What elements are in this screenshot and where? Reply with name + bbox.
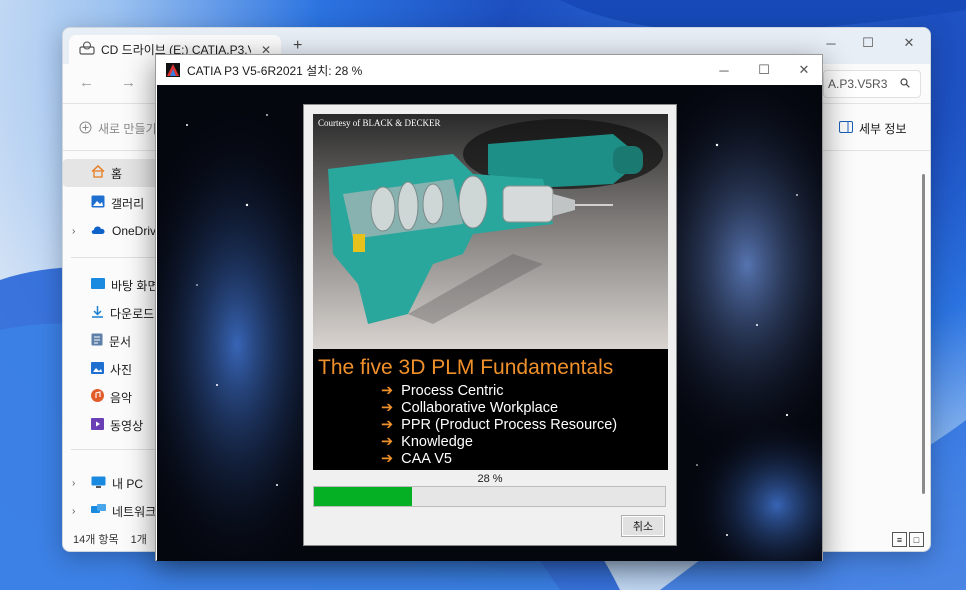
sidebar-item-pictures[interactable]: 사진 bbox=[63, 355, 163, 383]
sidebar-item-downloads[interactable]: 다운로드 bbox=[63, 299, 163, 327]
sidebar-item-this-pc[interactable]: › 내 PC bbox=[63, 469, 163, 497]
list-item: ➔ Collaborative Workplace bbox=[381, 400, 617, 417]
plus-circle-icon bbox=[79, 121, 92, 137]
item-count: 14개 항목 bbox=[73, 534, 119, 546]
list-item: ➔ CAA V5 bbox=[381, 451, 617, 468]
arrow-right-icon: ➔ bbox=[381, 400, 394, 416]
sidebar-label-documents: 문서 bbox=[109, 334, 132, 349]
sidebar-label-downloads: 다운로드 bbox=[110, 306, 155, 321]
chevron-right-icon[interactable]: › bbox=[72, 506, 75, 517]
details-pane-icon bbox=[839, 121, 853, 136]
sidebar-label-music: 음악 bbox=[110, 390, 133, 405]
sidebar-item-onedrive[interactable]: › OneDrive bbox=[63, 217, 163, 245]
navigation-pane: 홈 갤러리 › OneDrive 바탕 화면 다운로드 문서 사진 음악 동영상… bbox=[63, 151, 163, 531]
list-item-text: CAA V5 bbox=[401, 451, 452, 467]
cd-drive-icon bbox=[79, 41, 95, 58]
sidebar-label-videos: 동영상 bbox=[110, 418, 144, 433]
gallery-icon bbox=[91, 195, 105, 211]
search-text: A.P3.V5R3 bbox=[828, 77, 888, 91]
network-icon bbox=[91, 503, 106, 519]
details-label: 세부 정보 bbox=[859, 122, 907, 136]
home-icon bbox=[91, 164, 105, 181]
progress-fill bbox=[314, 487, 413, 506]
image-credit: Courtesy of BLACK & DECKER bbox=[318, 118, 441, 128]
details-button[interactable]: 세부 정보 bbox=[839, 120, 907, 137]
explorer-close-button[interactable]: ✕ bbox=[886, 28, 930, 58]
sidebar-label-this-pc: 내 PC bbox=[112, 476, 144, 491]
sidebar-label-pictures: 사진 bbox=[110, 362, 133, 377]
arrow-right-icon: ➔ bbox=[381, 451, 394, 467]
sidebar-item-videos[interactable]: 동영상 bbox=[63, 411, 163, 439]
download-icon bbox=[91, 305, 104, 321]
list-item-text: PPR (Product Process Resource) bbox=[401, 417, 618, 433]
forward-button[interactable]: → bbox=[121, 74, 136, 91]
back-button[interactable]: ← bbox=[79, 74, 94, 91]
search-box[interactable]: A.P3.V5R3 bbox=[823, 70, 921, 98]
cancel-button[interactable]: 취소 bbox=[621, 515, 665, 537]
sidebar-item-documents[interactable]: 문서 bbox=[63, 327, 163, 355]
fundamentals-heading: The five 3D PLM Fundamentals bbox=[318, 356, 614, 379]
installer-background: Courtesy of BLACK & DECKER The five 3D P… bbox=[157, 85, 822, 561]
sidebar-item-network[interactable]: › 네트워크 bbox=[63, 497, 163, 525]
arrow-right-icon: ➔ bbox=[381, 417, 394, 433]
installer-window: CATIA P3 V5-6R2021 설치: 28 % ─ ☐ ✕ Courte… bbox=[155, 54, 823, 561]
sidebar-label-desktop: 바탕 화면 bbox=[111, 278, 159, 293]
catia-logo-icon bbox=[166, 63, 180, 77]
list-item: ➔ Process Centric bbox=[381, 383, 617, 400]
install-slideshow-panel: Courtesy of BLACK & DECKER The five 3D P… bbox=[303, 104, 677, 546]
install-progress-bar bbox=[313, 486, 666, 507]
chevron-right-icon[interactable]: › bbox=[72, 478, 75, 489]
explorer-maximize-button[interactable]: ☐ bbox=[845, 28, 891, 58]
list-item: ➔ Knowledge bbox=[381, 434, 617, 451]
sidebar-divider bbox=[71, 257, 157, 258]
list-item: ➔ PPR (Product Process Resource) bbox=[381, 417, 617, 434]
computer-icon bbox=[91, 476, 106, 491]
new-button[interactable]: 새로 만들기 bbox=[79, 120, 157, 137]
document-icon bbox=[91, 333, 103, 349]
video-icon bbox=[91, 417, 104, 433]
pictures-icon bbox=[91, 361, 104, 377]
sidebar-divider bbox=[71, 449, 157, 450]
fundamentals-panel: The five 3D PLM Fundamentals ➔ Process Ce… bbox=[313, 349, 668, 470]
vertical-scrollbar[interactable] bbox=[922, 174, 925, 494]
sidebar-label-network: 네트워크 bbox=[112, 504, 157, 519]
list-item-text: Process Centric bbox=[401, 383, 504, 399]
sidebar-item-music[interactable]: 음악 bbox=[63, 383, 163, 411]
sidebar-item-home[interactable]: 홈 bbox=[63, 159, 159, 187]
view-toggle: ≡ □ bbox=[892, 532, 924, 547]
installer-titlebar: CATIA P3 V5-6R2021 설치: 28 % ─ ☐ ✕ bbox=[156, 55, 822, 85]
new-button-label: 새로 만들기 bbox=[98, 122, 157, 136]
drill-cutaway-image: Courtesy of BLACK & DECKER bbox=[313, 114, 668, 349]
installer-close-button[interactable]: ✕ bbox=[781, 55, 827, 85]
cloud-icon bbox=[91, 224, 106, 238]
new-tab-button[interactable]: + bbox=[293, 37, 302, 55]
sidebar-label-home: 홈 bbox=[111, 166, 123, 181]
desktop-icon bbox=[91, 278, 105, 292]
arrow-right-icon: ➔ bbox=[381, 383, 394, 399]
progress-percent-label: 28 % bbox=[477, 473, 503, 485]
fundamentals-list: ➔ Process Centric ➔ Collaborative Workplac… bbox=[381, 383, 617, 468]
chevron-right-icon[interactable]: › bbox=[72, 226, 75, 237]
tiles-view-icon[interactable]: □ bbox=[909, 532, 924, 547]
selected-count: 1개 bbox=[130, 534, 147, 546]
sidebar-label-gallery: 갤러리 bbox=[111, 196, 145, 211]
details-view-icon[interactable]: ≡ bbox=[892, 532, 907, 547]
search-icon bbox=[900, 77, 910, 91]
arrow-right-icon: ➔ bbox=[381, 434, 394, 450]
music-icon bbox=[91, 389, 104, 405]
sidebar-item-gallery[interactable]: 갤러리 bbox=[63, 189, 163, 217]
list-item-text: Collaborative Workplace bbox=[401, 400, 559, 416]
sidebar-item-desktop[interactable]: 바탕 화면 bbox=[63, 271, 163, 299]
installer-title: CATIA P3 V5-6R2021 설치: 28 % bbox=[187, 63, 363, 78]
list-item-text: Knowledge bbox=[401, 434, 473, 450]
